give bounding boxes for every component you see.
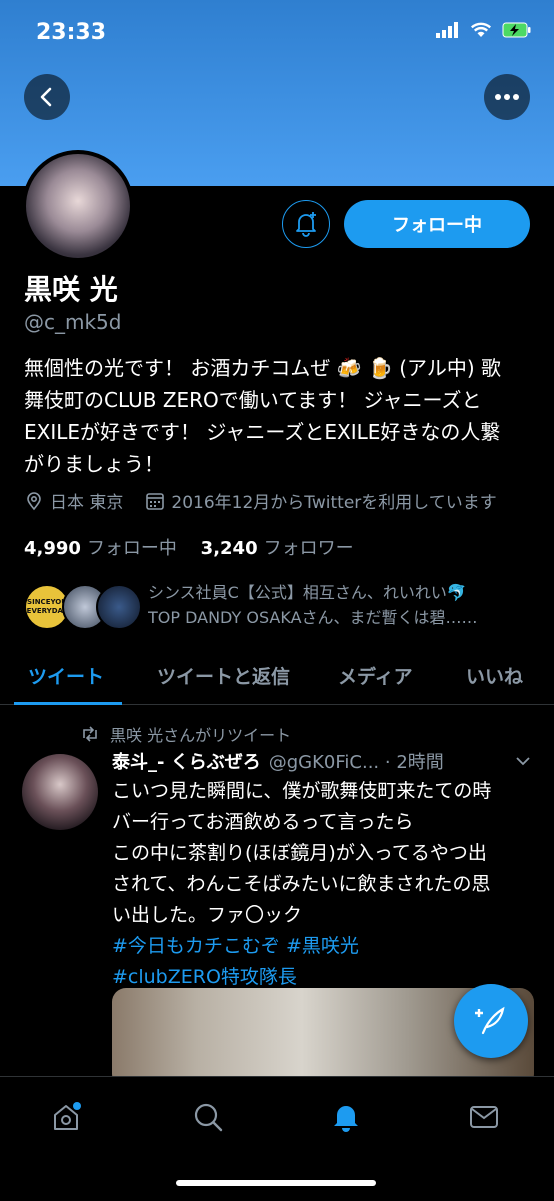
nav-search[interactable] <box>188 1097 228 1137</box>
profile-tabs: ツイート ツイートと返信 メディア いいね <box>0 652 554 705</box>
followed-by[interactable]: SINCEYOU EVERYDAY シンス社員C【公式】相互さん、れいれい🐬 T… <box>24 578 544 634</box>
nav-home[interactable] <box>46 1097 86 1137</box>
follower-logo-text: SINCEYOU <box>27 598 67 606</box>
followed-by-line: TOP DANDY OSAKAさん、まだ暫くは碧…… <box>148 608 478 627</box>
bio-line: EXILEが好きです！ ジャニーズとEXILE好きなの人繋 <box>24 420 501 444</box>
notification-subscribe-button[interactable] <box>282 200 330 248</box>
tab-tweets-replies[interactable]: ツイートと返信 <box>157 662 290 689</box>
status-time: 23:33 <box>36 20 107 45</box>
tweet-line: い出した。ファ〇ック <box>112 904 303 926</box>
bell-plus-icon <box>296 212 316 237</box>
profile-handle: @c_mk5d <box>24 310 122 334</box>
joined-item: 2016年12月からTwitterを利用しています <box>145 488 497 513</box>
bio-line: 無個性の光です！ お酒カチコムぜ 🍻 🍺 (アル中) 歌 <box>24 356 501 380</box>
following-button[interactable]: フォロー中 <box>344 200 530 248</box>
following-label: フォロー中 <box>86 538 177 559</box>
followers-count: 3,240 <box>200 538 258 559</box>
home-indicator[interactable] <box>176 1180 376 1186</box>
tab-likes[interactable]: いいね <box>466 662 523 689</box>
followed-by-text: シンス社員C【公式】相互さん、れいれい🐬 TOP DANDY OSAKAさん、ま… <box>148 580 544 630</box>
notifications-icon <box>334 1106 358 1132</box>
retweet-icon <box>83 726 97 742</box>
follower-avatar <box>96 584 142 630</box>
following-link[interactable]: 4,990 フォロー中 <box>24 538 177 559</box>
tweet-line: されて、わんこそばみたいに飲まされたの思 <box>112 873 491 895</box>
bio-line: がりましょう！ <box>24 452 164 476</box>
profile-avatar[interactable] <box>22 150 134 262</box>
joined-text: 2016年12月からTwitterを利用しています <box>171 493 497 513</box>
tweet-author-name[interactable]: 泰斗_- くらぶぜろ <box>112 748 261 774</box>
tweet-header: 泰斗_- くらぶぜろ @gGK0FiC... · 2時間 <box>112 748 444 774</box>
chevron-down-icon[interactable] <box>514 752 532 770</box>
retweet-context: 黒咲 光さんがリツイート <box>80 722 291 746</box>
more-button[interactable] <box>484 74 530 120</box>
follow-counts: 4,990 フォロー中 3,240 フォロワー <box>24 534 354 560</box>
active-tab-indicator <box>14 702 122 705</box>
retweet-label: 黒咲 光さんがリツイート <box>110 726 292 745</box>
back-button[interactable] <box>24 74 70 120</box>
profile-bio: 無個性の光です！ お酒カチコムぜ 🍻 🍺 (アル中) 歌 舞伎町のCLUB ZE… <box>24 352 534 480</box>
tweet-author-handle: @gGK0FiC... · 2時間 <box>268 752 444 773</box>
profile-name: 黒咲 光 <box>24 273 118 306</box>
tweet-line: バー行ってお酒飲めるって言ったら <box>112 811 414 833</box>
tab-media[interactable]: メディア <box>338 662 413 689</box>
home-icon <box>54 1102 81 1130</box>
followed-by-line: シンス社員C【公式】相互さん、れいれい🐬 <box>148 583 467 602</box>
compose-tweet-button[interactable] <box>454 984 528 1058</box>
nav-notifications[interactable] <box>326 1097 366 1137</box>
bio-line: 舞伎町のCLUB ZEROで働いてます！ ジャニーズと <box>24 388 482 412</box>
search-icon <box>194 1103 223 1132</box>
followers-link[interactable]: 3,240 フォロワー <box>201 538 354 559</box>
calendar-icon <box>146 492 165 510</box>
tab-tweets[interactable]: ツイート <box>28 662 104 689</box>
more-icon <box>495 94 519 100</box>
chevron-left-icon <box>40 87 52 107</box>
status-bar: 23:33 <box>0 0 554 64</box>
tweet-hashtags[interactable]: #今日もカチこむぞ #黒咲光 <box>112 931 532 962</box>
messages-icon <box>470 1106 498 1128</box>
location-text: 日本 東京 <box>50 493 124 513</box>
nav-messages[interactable] <box>464 1097 504 1137</box>
profile-meta: 日本 東京 2016年12月からTwitterを利用しています <box>24 488 519 513</box>
status-icons <box>436 22 532 38</box>
location-item: 日本 東京 <box>24 488 123 513</box>
tweet-author-avatar[interactable] <box>22 754 98 830</box>
tweet-line: こいつ見た瞬間に、僕が歌舞伎町来たての時 <box>112 780 492 802</box>
compose-feather-icon <box>475 1006 505 1035</box>
followers-label: フォロワー <box>263 538 354 559</box>
tweet-line: この中に茶割り(ほぼ鏡月)が入ってるやつ出 <box>112 842 487 864</box>
wifi-icon <box>470 22 492 37</box>
signal-icon <box>436 22 458 38</box>
location-pin-icon <box>27 491 41 510</box>
battery-charging-icon <box>502 22 531 38</box>
following-count: 4,990 <box>24 538 81 559</box>
tweet-text: こいつ見た瞬間に、僕が歌舞伎町来たての時 バー行ってお酒飲めるって言ったら この… <box>112 776 532 993</box>
